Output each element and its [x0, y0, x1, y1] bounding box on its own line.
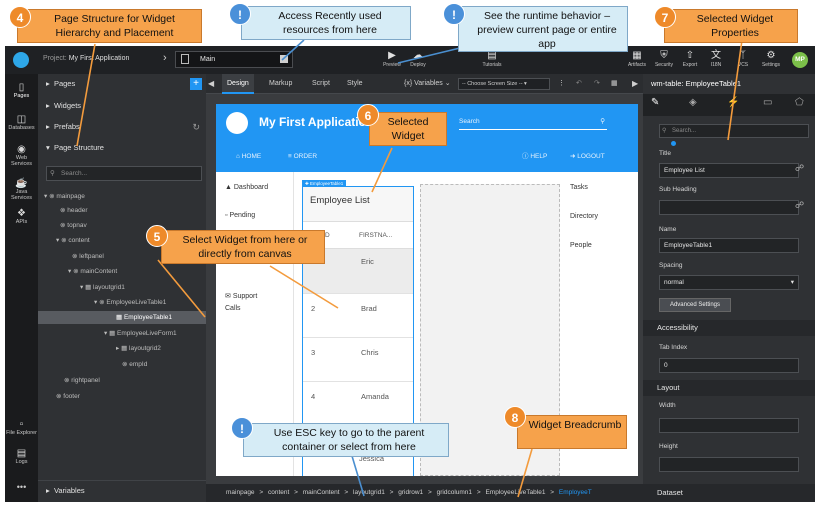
badge-7: 7 [654, 6, 676, 28]
callout-breadcrumb: Widget Breadcrumb [517, 415, 627, 449]
callout-esc-key: Use ESC key to go to the parent containe… [243, 423, 449, 457]
badge-3: ! [231, 417, 253, 439]
callout-preview-text: See the runtime behavior – preview curre… [477, 10, 617, 50]
callout-page-structure-text: Page Structure for Widget Hierarchy and … [54, 13, 175, 39]
callout-widget-properties-text: Selected Widget Properties [696, 13, 774, 39]
badge-6: 6 [357, 104, 379, 126]
callout-recent-resources: Access Recently used resources from here [241, 6, 411, 40]
callout-widget-properties: Selected Widget Properties [664, 9, 798, 43]
badge-5: 5 [146, 225, 168, 247]
arrow-1-to-selector [281, 39, 305, 61]
arrow-5-to-tree [157, 259, 206, 318]
badge-2: ! [443, 3, 465, 25]
arrow-6-to-widget [371, 147, 393, 193]
callout-preview: See the runtime behavior – preview curre… [458, 6, 628, 52]
callout-selected-widget-text: Selected Widget [387, 116, 429, 142]
callout-page-structure: Page Structure for Widget Hierarchy and … [17, 9, 202, 43]
callout-select-widget-text: Select Widget from here or directly from… [182, 234, 308, 260]
callout-esc-key-text: Use ESC key to go to the parent containe… [273, 427, 425, 453]
callout-select-widget: Select Widget from here or directly from… [161, 230, 325, 264]
callout-selected-widget: Selected Widget [369, 112, 447, 146]
arrow-5-to-canvas [269, 265, 339, 309]
arrow-3-to-breadcrumb [351, 455, 365, 497]
arrow-8-to-breadcrumb [517, 448, 533, 498]
arrow-2-to-preview [397, 47, 461, 64]
arrow-7-to-props [727, 39, 743, 141]
callout-recent-resources-text: Access Recently used resources from here [278, 10, 382, 36]
badge-8: 8 [504, 406, 526, 428]
badge-1: ! [229, 3, 251, 25]
arrow-4-to-structure [76, 43, 96, 147]
callout-breadcrumb-text: Widget Breadcrumb [528, 419, 622, 431]
badge-4: 4 [9, 6, 31, 28]
